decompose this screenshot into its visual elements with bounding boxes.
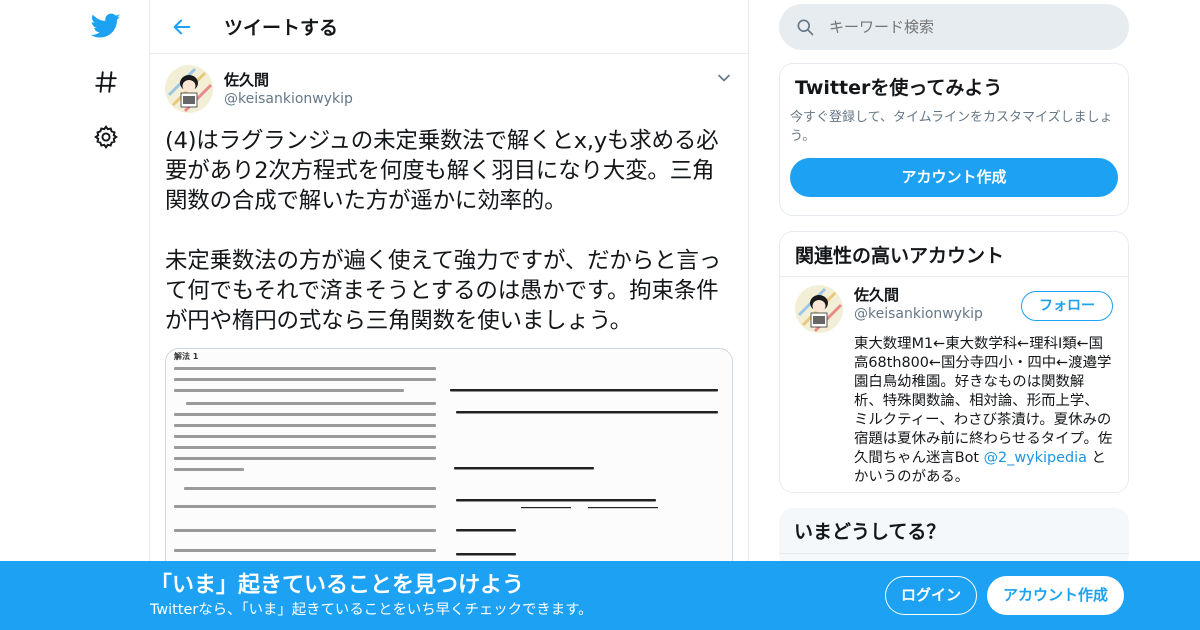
- bio-text: 東大数理M1←東大数学科←理科Ⅰ類←国高68th800←国分寺四小・四中←渡邉学…: [854, 336, 1113, 466]
- related-accounts-header: 関連性の高いアカウント: [780, 232, 1128, 277]
- related-account-name[interactable]: 佐久間: [854, 285, 983, 305]
- search-bar[interactable]: [779, 4, 1129, 50]
- signup-card-subtitle: 今すぐ登録して、タイムラインをカスタマイズしましょう。: [790, 110, 1113, 144]
- chevron-down-icon[interactable]: [714, 68, 734, 88]
- math-solution-image: 解法 1: [166, 349, 732, 587]
- author-names: 佐久間 @keisankionwykip: [224, 70, 353, 108]
- create-account-button[interactable]: アカウント作成: [790, 158, 1118, 197]
- tweet-text: (4)はラグランジュの未定乗数法で解くとx,yも求める必要があり2次方程式を何度…: [165, 128, 721, 334]
- banner-subtitle: Twitterなら、「いま」起きていることをいち早くチェックできます。: [150, 602, 593, 618]
- author-handle[interactable]: @keisankionwykip: [224, 90, 353, 108]
- avatar[interactable]: [165, 65, 213, 113]
- hashtag-icon[interactable]: [90, 66, 122, 98]
- avatar[interactable]: [795, 285, 843, 333]
- bio-mention-link[interactable]: @2_wykipedia: [984, 450, 1087, 466]
- main-column: ツイートする 佐久間 @keisankionwykip (4)はラグランジュの未…: [149, 0, 749, 630]
- back-button[interactable]: [162, 7, 202, 47]
- related-account-handle[interactable]: @keisankionwykip: [854, 305, 983, 323]
- signup-card: Twitterを使ってみよう 今すぐ登録して、タイムラインをカスタマイズしましょ…: [779, 63, 1129, 216]
- author-name[interactable]: 佐久間: [224, 70, 353, 90]
- arrow-left-icon: [173, 19, 191, 34]
- gear-icon[interactable]: [90, 121, 122, 153]
- signup-banner: 「いま」起きていることを見つけよう Twitterなら、「いま」起きていることを…: [0, 561, 1200, 630]
- login-button[interactable]: ログイン: [885, 576, 977, 615]
- twitter-logo-icon[interactable]: [90, 10, 122, 42]
- banner-title: 「いま」起きていることを見つけよう: [150, 573, 525, 598]
- related-account-names: 佐久間 @keisankionwykip: [854, 285, 983, 323]
- divider: [779, 553, 1129, 554]
- related-accounts-title: 関連性の高いアカウント: [795, 245, 1005, 267]
- search-icon: [795, 17, 815, 37]
- tweet: 佐久間 @keisankionwykip (4)はラグランジュの未定乗数法で解く…: [150, 54, 748, 588]
- page-header: ツイートする: [150, 0, 748, 54]
- follow-button[interactable]: フォロー: [1021, 291, 1113, 321]
- left-nav: [80, 0, 150, 630]
- banner-create-account-button[interactable]: アカウント作成: [987, 576, 1124, 615]
- tweet-media[interactable]: 解法 1: [165, 348, 733, 588]
- signup-card-title: Twitterを使ってみよう: [795, 77, 1003, 99]
- whats-happening-card: いまどうしてる？: [779, 508, 1129, 568]
- whats-happening-title: いまどうしてる？: [794, 521, 946, 543]
- media-heading: 解法 1: [174, 351, 199, 361]
- related-account-bio: 東大数理M1←東大数学科←理科Ⅰ類←国高68th800←国分寺四小・四中←渡邉学…: [854, 335, 1113, 487]
- search-input[interactable]: [829, 18, 1089, 36]
- page-title: ツイートする: [224, 17, 339, 39]
- related-accounts-card: 関連性の高いアカウント 佐久間 @keisankionwykip フォロー 東大…: [779, 231, 1129, 493]
- related-account: 佐久間 @keisankionwykip フォロー 東大数理M1←東大数学科←理…: [780, 277, 1128, 492]
- tweet-author[interactable]: 佐久間 @keisankionwykip: [165, 54, 733, 124]
